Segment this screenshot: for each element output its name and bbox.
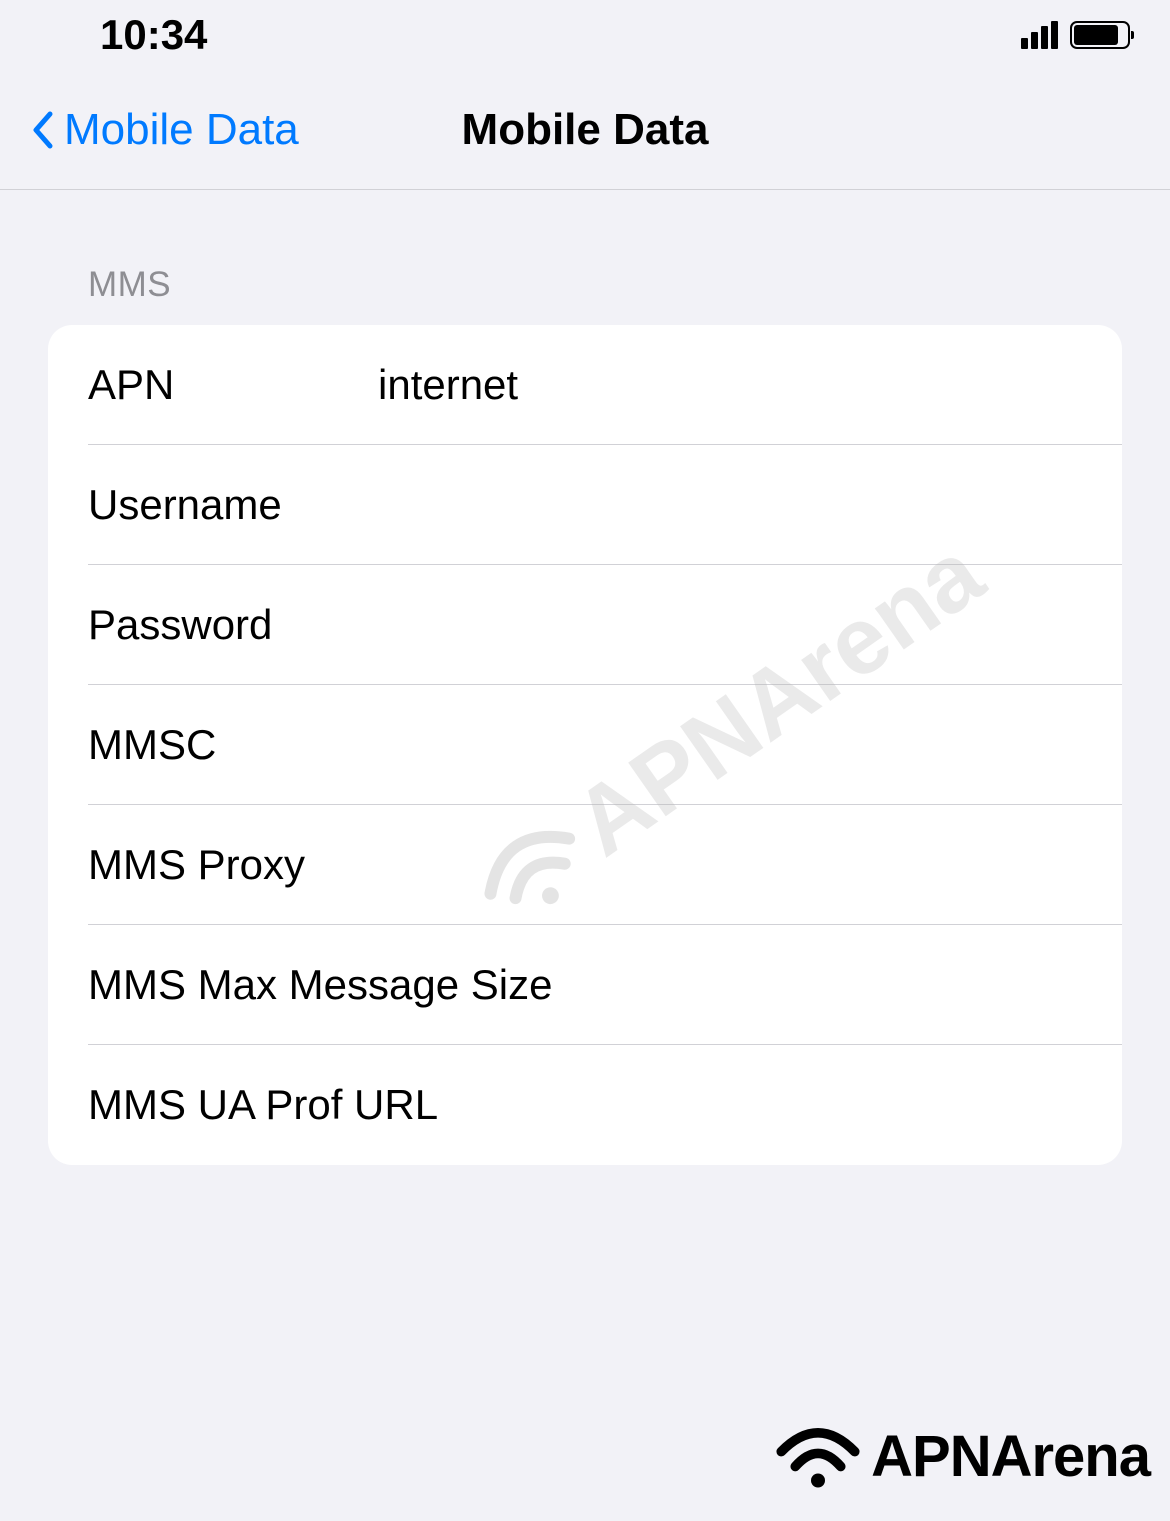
- status-bar: 10:34: [0, 0, 1170, 70]
- username-input[interactable]: [378, 481, 1082, 529]
- section-header-mms: MMS: [48, 190, 1122, 325]
- apn-row[interactable]: APN: [48, 325, 1122, 445]
- page-title: Mobile Data: [462, 105, 709, 155]
- mms-max-size-row[interactable]: MMS Max Message Size: [48, 925, 1122, 1045]
- password-input[interactable]: [378, 601, 1082, 649]
- chevron-left-icon: [30, 110, 54, 150]
- mms-proxy-label: MMS Proxy: [88, 841, 378, 889]
- mms-ua-prof-row[interactable]: MMS UA Prof URL: [48, 1045, 1122, 1165]
- username-label: Username: [88, 481, 378, 529]
- mmsc-input[interactable]: [378, 721, 1082, 769]
- apn-label: APN: [88, 361, 378, 409]
- back-button[interactable]: Mobile Data: [30, 105, 299, 155]
- mms-proxy-row[interactable]: MMS Proxy: [48, 805, 1122, 925]
- mms-max-size-label: MMS Max Message Size: [88, 961, 552, 1009]
- footer-logo: APNArena: [773, 1421, 1150, 1491]
- footer-text: APNArena: [871, 1423, 1150, 1490]
- signal-icon: [1021, 21, 1058, 49]
- mms-proxy-input[interactable]: [378, 841, 1082, 889]
- mms-ua-prof-label: MMS UA Prof URL: [88, 1081, 438, 1129]
- mmsc-row[interactable]: MMSC: [48, 685, 1122, 805]
- password-label: Password: [88, 601, 378, 649]
- battery-icon: [1070, 21, 1130, 49]
- back-label: Mobile Data: [64, 105, 299, 155]
- status-indicators: [1021, 21, 1130, 49]
- content-area: MMS APN Username Password MMSC MMS Proxy: [0, 190, 1170, 1165]
- navigation-bar: Mobile Data Mobile Data: [0, 70, 1170, 190]
- apn-input[interactable]: [378, 361, 1082, 409]
- status-time: 10:34: [100, 11, 207, 59]
- username-row[interactable]: Username: [48, 445, 1122, 565]
- password-row[interactable]: Password: [48, 565, 1122, 685]
- mmsc-label: MMSC: [88, 721, 378, 769]
- settings-group: APN Username Password MMSC MMS Proxy MMS…: [48, 325, 1122, 1165]
- wifi-icon: [773, 1421, 863, 1491]
